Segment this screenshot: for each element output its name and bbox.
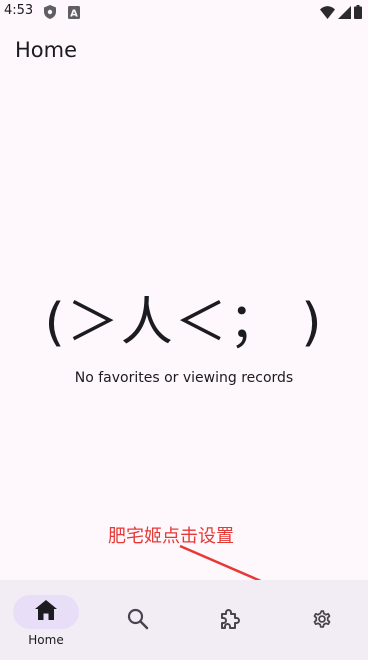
bottom-navigation: Home	[0, 580, 368, 660]
battery-icon	[354, 4, 362, 23]
status-time: 4:53	[4, 3, 34, 18]
nav-item-home[interactable]: Home	[0, 580, 92, 660]
nav-item-plugins[interactable]	[184, 580, 276, 660]
nav-label-home: Home	[28, 633, 64, 647]
nav-item-settings[interactable]	[276, 580, 368, 660]
annotation-text: 肥宅姬点击设置	[108, 526, 234, 547]
status-bar: 4:53 A	[0, 0, 368, 24]
screen: 4:53 A Home (＞人＜；) No favorites or view…	[0, 0, 368, 660]
cellular-icon	[338, 4, 351, 23]
nav-active-indicator	[13, 595, 79, 629]
empty-state-kaomoji: (＞人＜； )	[44, 293, 324, 353]
home-icon	[35, 600, 57, 624]
puzzle-icon	[218, 607, 242, 631]
svg-text:A: A	[70, 9, 78, 20]
nav-item-search[interactable]	[92, 580, 184, 660]
a-icon: A	[68, 4, 80, 23]
gear-icon	[310, 607, 334, 631]
wifi-icon	[320, 4, 335, 23]
search-icon	[126, 607, 150, 631]
empty-state-message: No favorites or viewing records	[74, 370, 294, 386]
shield-icon	[44, 4, 56, 23]
status-right	[320, 4, 362, 23]
page-title: Home	[15, 38, 78, 62]
